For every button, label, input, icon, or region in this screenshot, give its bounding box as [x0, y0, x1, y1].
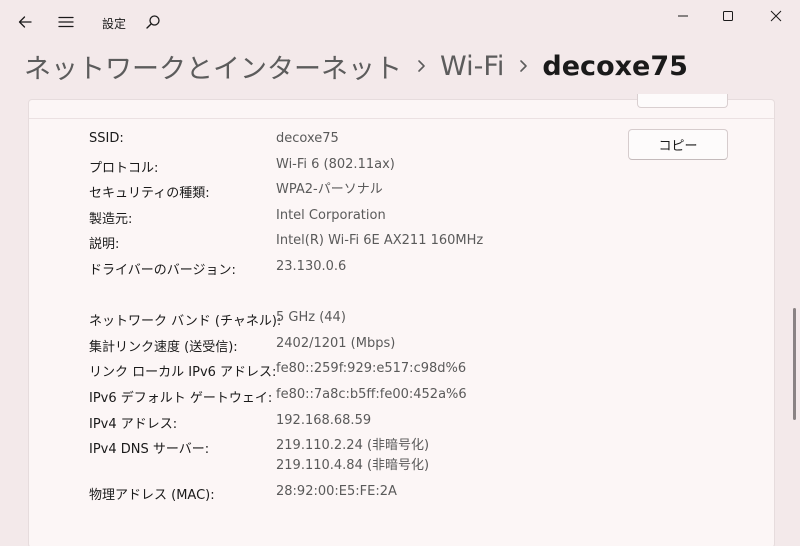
breadcrumb-separator	[402, 59, 440, 73]
mac-address-value: 28:92:00:E5:FE:2A	[276, 484, 397, 499]
ipv4-dns-value-secondary: 219.110.4.84 (非暗号化)	[276, 458, 430, 473]
ipv4-dns-label: IPv4 DNS サーバー:	[89, 442, 210, 457]
network-band-label: ネットワーク バンド (チャネル):	[89, 314, 282, 329]
minimize-icon	[678, 15, 688, 17]
manufacturer-value: Intel Corporation	[276, 208, 386, 223]
mac-address-label: 物理アドレス (MAC):	[89, 488, 215, 503]
driver-version-label: ドライバーのバージョン:	[89, 263, 236, 278]
breadcrumb-wifi[interactable]: Wi-Fi	[440, 51, 504, 82]
search-button[interactable]	[137, 6, 169, 38]
manufacturer-label: 製造元:	[89, 212, 133, 227]
app-title: 設定	[102, 17, 127, 31]
ipv6-link-local-value: fe80::259f:929:e517:c98d%6	[276, 361, 467, 376]
ipv4-address-label: IPv4 アドレス:	[89, 417, 178, 432]
link-speed-label: 集計リンク速度 (送受信):	[89, 340, 238, 355]
breadcrumb-separator	[504, 59, 542, 73]
ssid-value: decoxe75	[276, 131, 339, 146]
description-label: 説明:	[89, 237, 120, 252]
search-icon	[146, 15, 160, 29]
title-bar: 設定	[0, 0, 800, 46]
ipv4-dns-value-primary: 219.110.2.24 (非暗号化)	[276, 438, 430, 453]
ipv6-gateway-label: IPv6 デフォルト ゲートウェイ:	[89, 391, 273, 406]
ipv4-address-value: 192.168.68.59	[276, 413, 372, 428]
protocol-label: プロトコル:	[89, 161, 159, 176]
close-button[interactable]	[752, 0, 800, 32]
back-button[interactable]	[9, 6, 41, 38]
maximize-icon	[723, 11, 733, 21]
maximize-button[interactable]	[704, 0, 752, 32]
ipv6-gateway-value: fe80::7a8c:b5ff:fe00:452a%6	[276, 387, 467, 402]
back-arrow-icon	[18, 16, 32, 28]
security-type-value: WPA2-パーソナル	[276, 182, 383, 197]
close-icon	[770, 10, 782, 22]
breadcrumb-current-network: decoxe75	[542, 50, 688, 82]
description-value: Intel(R) Wi-Fi 6E AX211 160MHz	[276, 233, 484, 248]
ssid-label: SSID:	[89, 131, 124, 146]
network-band-value: 5 GHz (44)	[276, 310, 346, 325]
protocol-value: Wi-Fi 6 (802.11ax)	[276, 157, 395, 172]
partial-button[interactable]	[637, 94, 728, 108]
card-divider	[29, 118, 774, 119]
copy-button[interactable]: コピー	[628, 129, 728, 160]
minimize-button[interactable]	[659, 0, 707, 32]
chevron-right-icon	[418, 60, 425, 72]
chevron-right-icon	[520, 60, 528, 72]
driver-version-value: 23.130.0.6	[276, 259, 347, 274]
navigation-menu-button[interactable]	[50, 6, 82, 38]
hamburger-menu-icon	[58, 16, 74, 28]
link-speed-value: 2402/1201 (Mbps)	[276, 336, 396, 351]
vertical-scrollbar-thumb[interactable]	[793, 308, 796, 420]
network-properties-card: コピー SSID: decoxe75 プロトコル: Wi-Fi 6 (802.1…	[28, 94, 775, 546]
security-type-label: セキュリティの種類:	[89, 186, 210, 201]
breadcrumb-network-internet[interactable]: ネットワークとインターネット	[24, 47, 402, 86]
breadcrumb: ネットワークとインターネット Wi-Fi decoxe75	[24, 46, 688, 86]
ipv6-link-local-label: リンク ローカル IPv6 アドレス:	[89, 365, 277, 380]
